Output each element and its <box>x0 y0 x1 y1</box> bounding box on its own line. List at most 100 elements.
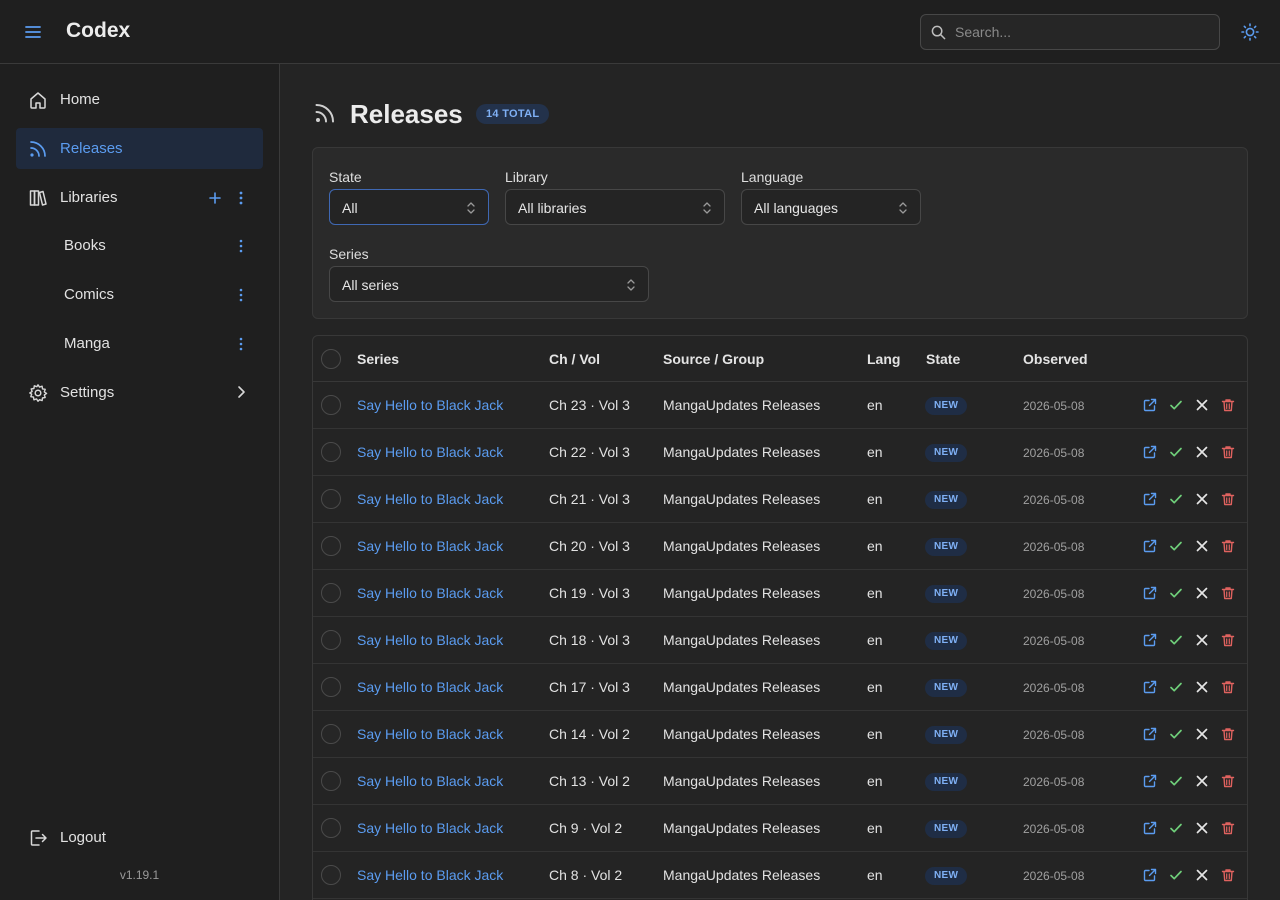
external-link-icon[interactable] <box>1143 539 1157 553</box>
table-row: Say Hello to Black Jack Ch 21 · Vol 3 Ma… <box>313 476 1247 523</box>
language-select[interactable]: All languages <box>741 189 921 225</box>
row-checkbox[interactable] <box>321 583 341 603</box>
series-link[interactable]: Say Hello to Black Jack <box>357 726 503 742</box>
table-row: Say Hello to Black Jack Ch 22 · Vol 3 Ma… <box>313 429 1247 476</box>
series-link[interactable]: Say Hello to Black Jack <box>357 632 503 648</box>
trash-icon[interactable] <box>1221 633 1235 647</box>
trash-icon[interactable] <box>1221 821 1235 835</box>
external-link-icon[interactable] <box>1143 586 1157 600</box>
column-header[interactable]: Source / Group <box>663 351 764 367</box>
state-select[interactable]: All <box>329 189 489 225</box>
series-link[interactable]: Say Hello to Black Jack <box>357 585 503 601</box>
check-icon[interactable] <box>1169 774 1183 788</box>
close-icon[interactable] <box>1195 445 1209 459</box>
row-checkbox[interactable] <box>321 865 341 885</box>
add-library-icon[interactable] <box>207 189 223 207</box>
series-link[interactable]: Say Hello to Black Jack <box>357 773 503 789</box>
external-link-icon[interactable] <box>1143 633 1157 647</box>
check-icon[interactable] <box>1169 445 1183 459</box>
close-icon[interactable] <box>1195 774 1209 788</box>
row-checkbox[interactable] <box>321 630 341 650</box>
row-checkbox[interactable] <box>321 442 341 462</box>
sidebar-item-comics[interactable]: Comics <box>16 274 263 315</box>
sun-icon[interactable] <box>1240 22 1260 42</box>
column-header[interactable]: Series <box>357 351 399 367</box>
trash-icon[interactable] <box>1221 774 1235 788</box>
external-link-icon[interactable] <box>1143 680 1157 694</box>
close-icon[interactable] <box>1195 868 1209 882</box>
row-checkbox[interactable] <box>321 724 341 744</box>
kebab-icon[interactable] <box>233 189 249 207</box>
close-icon[interactable] <box>1195 539 1209 553</box>
external-link-icon[interactable] <box>1143 727 1157 741</box>
check-icon[interactable] <box>1169 539 1183 553</box>
trash-icon[interactable] <box>1221 492 1235 506</box>
kebab-icon[interactable] <box>233 286 249 304</box>
sidebar-item-libraries[interactable]: Libraries <box>16 177 263 218</box>
check-icon[interactable] <box>1169 868 1183 882</box>
series-link[interactable]: Say Hello to Black Jack <box>357 679 503 695</box>
sidebar-item-settings[interactable]: Settings <box>16 372 263 413</box>
hamburger-icon[interactable] <box>22 20 44 44</box>
column-header[interactable]: Ch / Vol <box>549 351 600 367</box>
row-checkbox[interactable] <box>321 395 341 415</box>
trash-icon[interactable] <box>1221 868 1235 882</box>
check-icon[interactable] <box>1169 586 1183 600</box>
series-link[interactable]: Say Hello to Black Jack <box>357 444 503 460</box>
check-icon[interactable] <box>1169 727 1183 741</box>
series-link[interactable]: Say Hello to Black Jack <box>357 397 503 413</box>
close-icon[interactable] <box>1195 398 1209 412</box>
search-input[interactable] <box>955 15 1211 49</box>
library-select[interactable]: All libraries <box>505 189 725 225</box>
trash-icon[interactable] <box>1221 680 1235 694</box>
kebab-icon[interactable] <box>233 335 249 353</box>
row-checkbox[interactable] <box>321 818 341 838</box>
series-select[interactable]: All series <box>329 266 649 302</box>
close-icon[interactable] <box>1195 821 1209 835</box>
close-icon[interactable] <box>1195 680 1209 694</box>
row-checkbox[interactable] <box>321 536 341 556</box>
column-header[interactable]: Lang <box>867 351 900 367</box>
series-link[interactable]: Say Hello to Black Jack <box>357 538 503 554</box>
check-icon[interactable] <box>1169 821 1183 835</box>
external-link-icon[interactable] <box>1143 774 1157 788</box>
column-header[interactable]: Observed <box>1023 351 1088 367</box>
trash-icon[interactable] <box>1221 398 1235 412</box>
logout-button[interactable]: Logout <box>16 817 263 858</box>
trash-icon[interactable] <box>1221 727 1235 741</box>
close-icon[interactable] <box>1195 586 1209 600</box>
sidebar-item-releases[interactable]: Releases <box>16 128 263 169</box>
row-checkbox[interactable] <box>321 771 341 791</box>
column-header[interactable]: State <box>926 351 960 367</box>
kebab-icon[interactable] <box>233 237 249 255</box>
series-link[interactable]: Say Hello to Black Jack <box>357 820 503 836</box>
external-link-icon[interactable] <box>1143 398 1157 412</box>
series-link[interactable]: Say Hello to Black Jack <box>357 867 503 883</box>
check-icon[interactable] <box>1169 680 1183 694</box>
close-icon[interactable] <box>1195 492 1209 506</box>
sidebar-item-home[interactable]: Home <box>16 79 263 120</box>
row-checkbox[interactable] <box>321 677 341 697</box>
trash-icon[interactable] <box>1221 539 1235 553</box>
search-box[interactable] <box>920 14 1220 50</box>
sidebar-item-manga[interactable]: Manga <box>16 323 263 364</box>
check-icon[interactable] <box>1169 398 1183 412</box>
check-icon[interactable] <box>1169 633 1183 647</box>
library-filter-label: Library <box>505 169 548 185</box>
series-link[interactable]: Say Hello to Black Jack <box>357 491 503 507</box>
select-all-checkbox[interactable] <box>321 349 341 369</box>
source-group: MangaUpdates Releases <box>663 491 821 507</box>
trash-icon[interactable] <box>1221 586 1235 600</box>
check-icon[interactable] <box>1169 492 1183 506</box>
row-checkbox[interactable] <box>321 489 341 509</box>
close-icon[interactable] <box>1195 633 1209 647</box>
trash-icon[interactable] <box>1221 445 1235 459</box>
external-link-icon[interactable] <box>1143 445 1157 459</box>
external-link-icon[interactable] <box>1143 492 1157 506</box>
app-title[interactable]: Codex <box>66 19 130 43</box>
external-link-icon[interactable] <box>1143 821 1157 835</box>
external-link-icon[interactable] <box>1143 868 1157 882</box>
table-header: Series Ch / Vol Source / Group Lang Stat… <box>313 336 1247 382</box>
sidebar-item-books[interactable]: Books <box>16 225 263 266</box>
close-icon[interactable] <box>1195 727 1209 741</box>
